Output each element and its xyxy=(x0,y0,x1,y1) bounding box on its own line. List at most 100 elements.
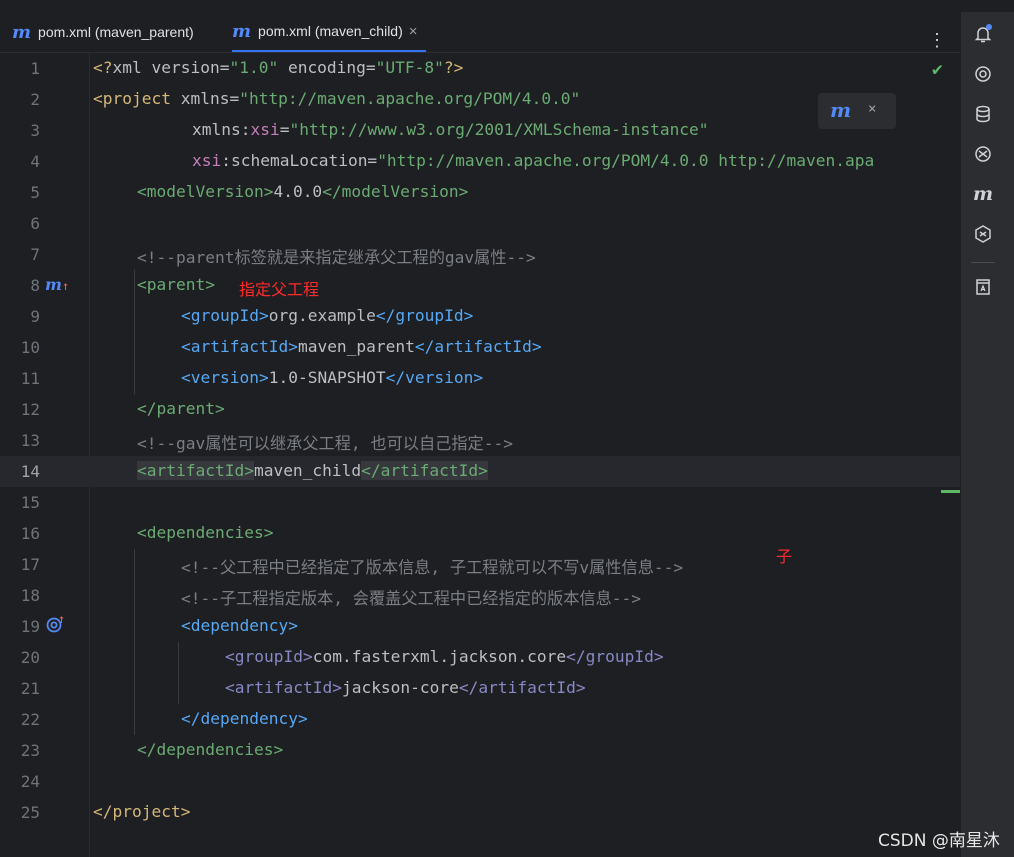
no-problems-check-icon[interactable]: ✔ xyxy=(932,59,943,80)
line-code: <modelVersion>4.0.0</modelVersion> xyxy=(137,182,469,201)
line-code: <groupId>org.example</groupId> xyxy=(181,306,474,325)
more-options-icon[interactable]: ⋮ xyxy=(928,32,946,50)
code-line[interactable]: 2 <project xmlns="http://maven.apache.or… xyxy=(0,84,960,115)
line-code: <groupId>com.fasterxml.jackson.core</gro… xyxy=(225,647,664,666)
code-line[interactable]: 18 <!--子工程指定版本, 会覆盖父工程中已经指定的版本信息--> xyxy=(0,580,960,611)
code-line[interactable]: 25 </project> xyxy=(0,797,960,828)
line-number: 2 xyxy=(30,90,40,109)
editor-tab-bar: m pom.xml (maven_parent) m pom.xml (mave… xyxy=(0,12,960,53)
code-line[interactable]: 23 </dependencies> xyxy=(0,735,960,766)
line-code: <dependency> xyxy=(181,616,298,635)
code-line[interactable]: 5 <modelVersion>4.0.0</modelVersion> xyxy=(0,177,960,208)
code-line-current[interactable]: 14 <artifactId>maven_child</artifactId> xyxy=(0,456,960,487)
line-number: 18 xyxy=(20,586,40,605)
code-line[interactable]: 7 <!--parent标签就是来指定继承父工程的gav属性--> xyxy=(0,239,960,270)
code-line[interactable]: 4 xsi:schemaLocation="http://maven.apach… xyxy=(0,146,960,177)
annotation-child: 子 xyxy=(776,547,793,566)
line-number: 24 xyxy=(20,772,40,791)
line-number: 8 xyxy=(30,276,40,295)
line-code: <parent> xyxy=(137,275,215,294)
line-code: <!--父工程中已经指定了版本信息, 子工程就可以不写v属性信息--> xyxy=(181,558,684,577)
line-code: </dependency> xyxy=(181,709,308,728)
line-code: </project> xyxy=(93,802,191,821)
code-line[interactable]: 24 xyxy=(0,766,960,797)
code-line[interactable]: 8 m↑ <parent> 指定父工程 xyxy=(0,270,960,301)
code-line[interactable]: 6 xyxy=(0,208,960,239)
line-code: <artifactId>jackson-core</artifactId> xyxy=(225,678,586,697)
tab-pom-maven-child[interactable]: m pom.xml (maven_child) × xyxy=(232,12,426,52)
maven-file-icon: m xyxy=(232,20,252,42)
line-number: 12 xyxy=(20,400,40,419)
right-tool-window-bar: m xyxy=(960,12,1014,857)
line-number: 22 xyxy=(20,710,40,729)
code-line[interactable]: 13 <!--gav属性可以继承父工程, 也可以自己指定--> xyxy=(0,425,960,456)
tab-label: pom.xml (maven_parent) xyxy=(38,24,194,40)
code-line[interactable]: 9 <groupId>org.example</groupId> xyxy=(0,301,960,332)
line-code: xmlns:xsi="http://www.w3.org/2001/XMLSch… xyxy=(192,120,709,139)
watermark: CSDN @南星沐 xyxy=(878,831,1000,851)
database-icon[interactable] xyxy=(973,104,993,124)
maven-reload-popup: m × xyxy=(818,93,896,129)
line-code: <!--gav属性可以继承父工程, 也可以自己指定--> xyxy=(137,434,513,453)
window-top-strip xyxy=(0,0,1014,12)
code-line[interactable]: 19 ↑ <dependency> xyxy=(0,611,960,642)
line-number: 5 xyxy=(30,183,40,202)
gradle-icon[interactable] xyxy=(973,224,993,244)
code-line[interactable]: 12 </parent> xyxy=(0,394,960,425)
maven-file-icon: m xyxy=(12,21,32,43)
maven-icon[interactable]: m xyxy=(973,184,993,204)
code-line[interactable]: 3 xmlns:xsi="http://www.w3.org/2001/XMLS… xyxy=(0,115,960,146)
line-number: 11 xyxy=(20,369,40,388)
toolbar-separator xyxy=(971,262,995,263)
plugin-icon[interactable] xyxy=(973,144,993,164)
line-number: 14 xyxy=(20,462,40,481)
line-number: 7 xyxy=(30,245,40,264)
line-number: 3 xyxy=(30,121,40,140)
line-code: </dependencies> xyxy=(137,740,284,759)
maven-parent-gutter-icon[interactable]: m↑ xyxy=(45,275,69,294)
line-number: 6 xyxy=(30,214,40,233)
code-line[interactable]: 16 <dependencies> xyxy=(0,518,960,549)
line-code: <!--子工程指定版本, 会覆盖父工程中已经指定的版本信息--> xyxy=(181,589,642,608)
line-number: 20 xyxy=(20,648,40,667)
line-number: 21 xyxy=(20,679,40,698)
code-line[interactable]: 1 <?xml version="1.0" encoding="UTF-8"?> xyxy=(0,53,960,84)
tab-label: pom.xml (maven_child) xyxy=(258,23,403,39)
line-code: <artifactId>maven_child</artifactId> xyxy=(137,461,488,480)
code-line[interactable]: 21 <artifactId>jackson-core</artifactId> xyxy=(0,673,960,704)
line-code: </parent> xyxy=(137,399,225,418)
code-line[interactable]: 17 <!--父工程中已经指定了版本信息, 子工程就可以不写v属性信息--> 子 xyxy=(0,547,960,580)
line-code: <dependencies> xyxy=(137,523,274,542)
tab-pom-maven-parent[interactable]: m pom.xml (maven_parent) xyxy=(12,12,194,52)
line-number: 19 xyxy=(20,617,40,636)
overrides-gutter-icon[interactable]: ↑ xyxy=(45,612,65,637)
line-code: <artifactId>maven_parent</artifactId> xyxy=(181,337,542,356)
readme-icon[interactable] xyxy=(973,277,993,297)
line-code: <?xml version="1.0" encoding="UTF-8"?> xyxy=(93,58,464,77)
code-line[interactable]: 22 </dependency> xyxy=(0,704,960,735)
maven-reload-icon[interactable]: m xyxy=(830,98,851,122)
line-code: xsi:schemaLocation="http://maven.apache.… xyxy=(192,151,875,170)
line-number: 23 xyxy=(20,741,40,760)
code-line[interactable]: 20 <groupId>com.fasterxml.jackson.core</… xyxy=(0,642,960,673)
close-tab-icon[interactable]: × xyxy=(409,23,418,40)
code-line[interactable]: 10 <artifactId>maven_parent</artifactId> xyxy=(0,332,960,363)
line-code: <version>1.0-SNAPSHOT</version> xyxy=(181,368,484,387)
line-code: <project xmlns="http://maven.apache.org/… xyxy=(93,89,581,108)
line-number: 13 xyxy=(20,431,40,450)
vcs-change-marker[interactable] xyxy=(941,490,960,493)
line-number: 4 xyxy=(30,152,40,171)
line-number: 15 xyxy=(20,493,40,512)
line-code: <!--parent标签就是来指定继承父工程的gav属性--> xyxy=(137,248,536,267)
code-line[interactable]: 11 <version>1.0-SNAPSHOT</version> xyxy=(0,363,960,394)
close-popup-icon[interactable]: × xyxy=(868,101,876,117)
line-number: 1 xyxy=(30,59,40,78)
annotation-parent: 指定父工程 xyxy=(239,280,320,299)
code-editor[interactable]: 1 <?xml version="1.0" encoding="UTF-8"?>… xyxy=(0,53,960,857)
code-line[interactable]: 15 xyxy=(0,487,960,518)
line-number: 10 xyxy=(20,338,40,357)
line-number: 9 xyxy=(30,307,40,326)
line-number: 25 xyxy=(20,803,40,822)
ai-assistant-icon[interactable] xyxy=(973,64,993,84)
line-number: 16 xyxy=(20,524,40,543)
